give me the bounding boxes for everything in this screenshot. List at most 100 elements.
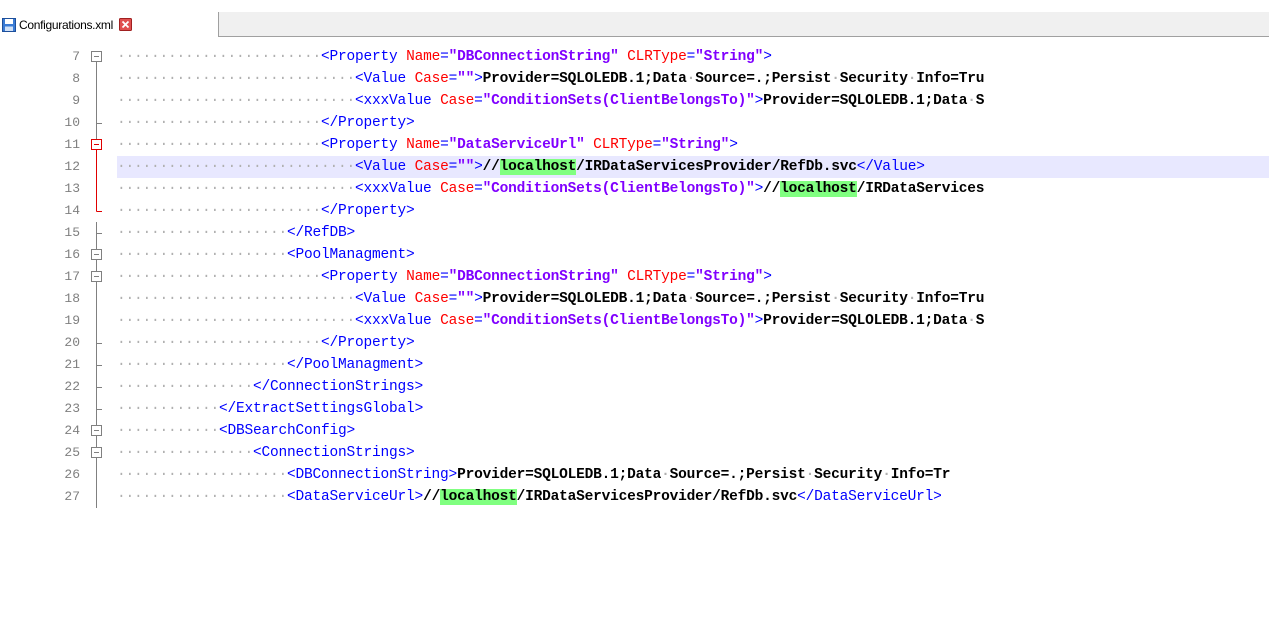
code-line[interactable]: 11 ························<Property Name…: [0, 134, 1269, 156]
code-text[interactable]: ····················<PoolManagment>: [117, 244, 1269, 266]
code-line[interactable]: 21 ····················</PoolManagment>: [0, 354, 1269, 376]
code-line[interactable]: 12 ····························<Value Cas…: [0, 156, 1269, 178]
indent-whitespace: ························: [117, 137, 322, 153]
line-number: 20: [0, 332, 80, 354]
code-line[interactable]: 14 ························</Property>: [0, 200, 1269, 222]
code-text[interactable]: ····················</RefDB>: [117, 222, 1269, 244]
token-attr: CLRType: [627, 269, 687, 285]
code-line[interactable]: 16 ····················<PoolManagment>: [0, 244, 1269, 266]
token-val: "DataServiceUrl": [448, 137, 585, 153]
token-val: "": [457, 291, 475, 307]
code-text[interactable]: ················</ConnectionStrings>: [117, 376, 1269, 398]
line-number-text: 18: [64, 291, 80, 306]
code-line[interactable]: 8 ····························<Value Case…: [0, 68, 1269, 90]
token-tag: >: [729, 137, 738, 153]
tab-configurations-xml[interactable]: Configurations.xml: [0, 12, 219, 37]
token-txt: /IRDataServicesProvider/RefDb.svc: [516, 489, 798, 505]
code-line[interactable]: 10 ························</Property>: [0, 112, 1269, 134]
fold-line: [96, 68, 97, 90]
line-number-text: 20: [64, 335, 80, 350]
code-line[interactable]: 19 ····························<xxxValue …: [0, 310, 1269, 332]
code-text[interactable]: ····················<DBConnectionString>…: [117, 464, 1269, 486]
code-line[interactable]: 17 ························<Property Name…: [0, 266, 1269, 288]
code-text[interactable]: ························</Property>: [117, 200, 1269, 222]
code-text[interactable]: ············<DBSearchConfig>: [117, 420, 1269, 442]
token-tag: <Property: [321, 269, 407, 285]
line-number-text: 8: [72, 71, 80, 86]
code-line[interactable]: 25 ················<ConnectionStrings>: [0, 442, 1269, 464]
code-line[interactable]: 15 ····················</RefDB>: [0, 222, 1269, 244]
fold-line: [96, 486, 97, 508]
token-tag: =: [474, 313, 483, 329]
token-val: "String": [695, 269, 764, 285]
token-txt: Provider=SQLOLEDB.1;Data·S: [763, 93, 985, 109]
code-line[interactable]: 13 ····························<xxxValue …: [0, 178, 1269, 200]
token-val: "DBConnectionString": [448, 269, 619, 285]
fold-toggle-icon[interactable]: [80, 46, 117, 68]
code-text[interactable]: ························</Property>: [117, 112, 1269, 134]
line-number-text: 26: [64, 467, 80, 482]
token-tag: =: [448, 291, 458, 307]
code-text[interactable]: ····················</PoolManagment>: [117, 354, 1269, 376]
code-text[interactable]: ················<ConnectionStrings>: [117, 442, 1269, 464]
token-attr: Case: [440, 313, 475, 329]
token-tag: <Property: [321, 137, 407, 153]
token-tag: =: [686, 269, 696, 285]
code-text[interactable]: ····························<Value Case=…: [117, 156, 1269, 178]
code-text[interactable]: ························</Property>: [117, 332, 1269, 354]
fold-line: [96, 200, 102, 212]
code-text[interactable]: ····························<Value Case=…: [117, 68, 1269, 90]
code-text[interactable]: ························<Property Name="…: [117, 266, 1269, 288]
line-number-text: 12: [64, 159, 80, 174]
fold-toggle-icon[interactable]: [80, 134, 117, 156]
code-line[interactable]: 18 ····························<Value Cas…: [0, 288, 1269, 310]
fold-toggle-icon[interactable]: [80, 442, 117, 464]
token-tag: <xxxValue: [355, 181, 441, 197]
fold-toggle-icon[interactable]: [80, 244, 117, 266]
line-number: 14: [0, 200, 80, 222]
line-number: 18: [0, 288, 80, 310]
line-number: 10: [0, 112, 80, 134]
line-number: 15: [0, 222, 80, 244]
code-line[interactable]: 22 ················</ConnectionStrings>: [0, 376, 1269, 398]
code-line[interactable]: 7 ························<Property Name=…: [0, 46, 1269, 68]
code-text[interactable]: ························<Property Name="…: [117, 46, 1269, 68]
code-line[interactable]: 23 ············</ExtractSettingsGlobal>: [0, 398, 1269, 420]
search-highlight: localhost: [780, 181, 857, 197]
fold-toggle-icon[interactable]: [80, 266, 117, 288]
code-text[interactable]: ····················<DataServiceUrl>//lo…: [117, 486, 1269, 508]
code-text[interactable]: ····························<xxxValue Ca…: [117, 310, 1269, 332]
token-tag: <Value: [355, 159, 415, 175]
line-number: 11: [0, 134, 80, 156]
token-tag: [619, 49, 628, 65]
token-txt: /IRDataServicesProvider/RefDb.svc: [576, 159, 857, 175]
token-tag: </PoolManagment>: [287, 357, 424, 373]
token-tag: =: [440, 269, 449, 285]
code-line[interactable]: 20 ························</Property>: [0, 332, 1269, 354]
token-tag: >: [474, 159, 483, 175]
code-line[interactable]: 24 ············<DBSearchConfig>: [0, 420, 1269, 442]
code-text[interactable]: ····························<xxxValue Ca…: [117, 90, 1269, 112]
fold-toggle-icon[interactable]: [80, 420, 117, 442]
code-line[interactable]: 27 ····················<DataServiceUrl>//…: [0, 486, 1269, 508]
token-tag: <xxxValue: [355, 93, 441, 109]
code-editor[interactable]: 7 ························<Property Name=…: [0, 37, 1269, 644]
token-tag: >: [754, 181, 764, 197]
save-icon: [2, 17, 16, 32]
indent-whitespace: ············: [117, 423, 220, 439]
line-number: 16: [0, 244, 80, 266]
search-highlight: localhost: [499, 159, 577, 175]
line-number: 24: [0, 420, 80, 442]
code-text[interactable]: ····························<Value Case=…: [117, 288, 1269, 310]
close-icon[interactable]: [118, 18, 132, 31]
token-attr: Case: [414, 71, 449, 87]
code-line[interactable]: 26 ····················<DBConnectionStrin…: [0, 464, 1269, 486]
code-text[interactable]: ············</ExtractSettingsGlobal>: [117, 398, 1269, 420]
line-number-text: 25: [64, 445, 80, 460]
line-number-text: 22: [64, 379, 80, 394]
code-text[interactable]: ························<Property Name="…: [117, 134, 1269, 156]
token-tag: <PoolManagment>: [287, 247, 415, 263]
line-number-text: 9: [72, 93, 80, 108]
code-text[interactable]: ····························<xxxValue Ca…: [117, 178, 1269, 200]
code-line[interactable]: 9 ····························<xxxValue C…: [0, 90, 1269, 112]
